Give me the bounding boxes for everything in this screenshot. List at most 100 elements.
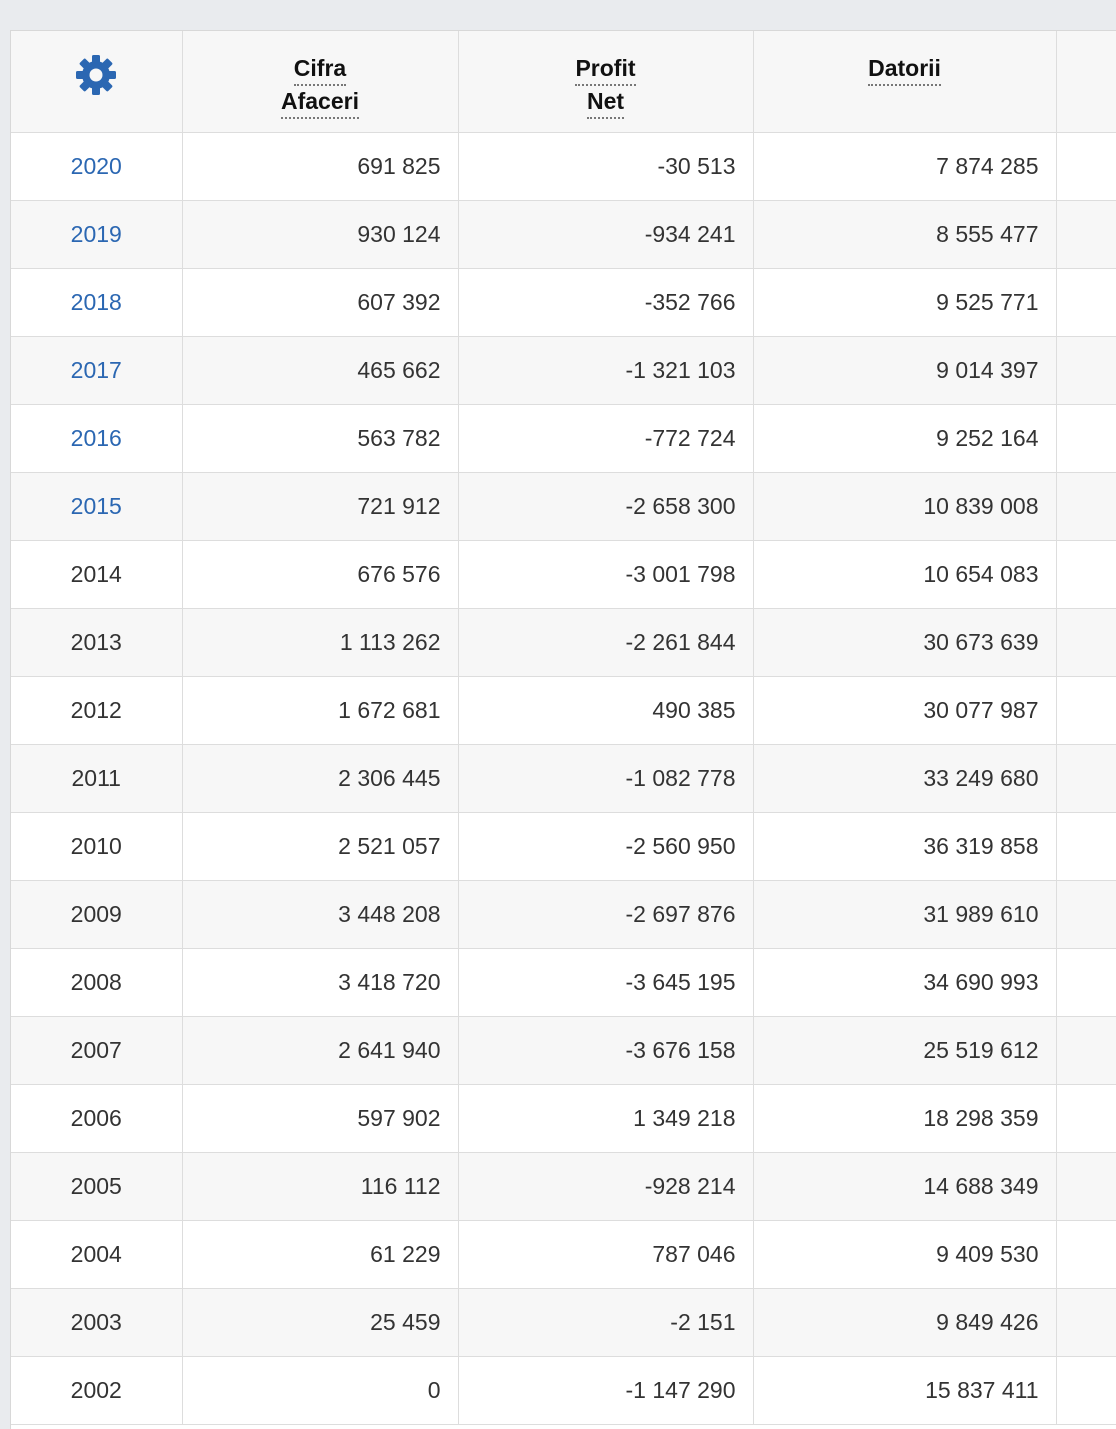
datorii-cell: 33 249 680: [753, 744, 1057, 813]
cifra-afaceri-cell: 676 576: [182, 540, 459, 609]
table-row: 2010 2 521 057 -2 560 950 36 319 858: [11, 812, 1116, 881]
next-column-cell: [1056, 1016, 1116, 1085]
year-cell: 2006: [11, 1084, 183, 1153]
cifra-afaceri-cell: 597 902: [182, 1084, 459, 1153]
profit-net-cell: -30 513: [458, 132, 754, 201]
table-row: 2013 1 113 262 -2 261 844 30 673 639: [11, 608, 1116, 677]
year-cell: 2005: [11, 1152, 183, 1221]
cifra-afaceri-cell: 0: [182, 1356, 459, 1425]
table-row: 2006 597 902 1 349 218 18 298 359: [11, 1084, 1116, 1153]
datorii-cell: 9 849 426: [753, 1288, 1057, 1357]
year-label: 2009: [70, 901, 122, 927]
table-row: 2002 0 -1 147 290 15 837 411: [11, 1356, 1116, 1425]
datorii-cell: 18 298 359: [753, 1084, 1057, 1153]
profit-net-cell: -2 261 844: [458, 608, 754, 677]
header-datorii[interactable]: Datorii: [753, 31, 1057, 133]
profit-net-cell: -1 321 103: [458, 336, 754, 405]
year-cell: 2010: [11, 812, 183, 881]
profit-net-cell: -2 560 950: [458, 812, 754, 881]
year-cell: 2003: [11, 1288, 183, 1357]
header-next-column: [1056, 31, 1116, 133]
year-label: 2003: [70, 1309, 122, 1335]
cifra-afaceri-cell: 2 641 940: [182, 1016, 459, 1085]
year-link[interactable]: 2016: [71, 425, 122, 451]
datorii-cell: 7 874 285: [753, 132, 1057, 201]
profit-net-cell: -3 001 798: [458, 540, 754, 609]
next-column-cell: [1056, 812, 1116, 881]
next-column-cell: [1056, 472, 1116, 541]
year-label: 2012: [70, 697, 122, 723]
cifra-afaceri-cell: 116 112: [182, 1152, 459, 1221]
cifra-afaceri-cell: 1 672 681: [182, 676, 459, 745]
profit-net-line-1: Profit: [575, 53, 636, 86]
table-row: 2014 676 576 -3 001 798 10 654 083: [11, 540, 1116, 609]
table-row: 2017 465 662 -1 321 103 9 014 397: [11, 336, 1116, 405]
year-link[interactable]: 2017: [71, 357, 122, 383]
next-column-cell: [1056, 268, 1116, 337]
header-row: Cifra Afaceri Profit Net Datorii: [11, 31, 1116, 133]
table-row: 2012 1 672 681 490 385 30 077 987: [11, 676, 1116, 745]
table-row: 2003 25 459 -2 151 9 849 426: [11, 1288, 1116, 1357]
cifra-afaceri-cell: 2 306 445: [182, 744, 459, 813]
year-cell[interactable]: 2017: [11, 336, 183, 405]
profit-net-cell: -2 697 876: [458, 880, 754, 949]
table-header: Cifra Afaceri Profit Net Datorii: [11, 31, 1116, 133]
table-row: 2008 3 418 720 -3 645 195 34 690 993: [11, 948, 1116, 1017]
year-label: 2011: [71, 765, 121, 791]
table-row: 2020 691 825 -30 513 7 874 285: [11, 132, 1116, 201]
table-body: 2020 691 825 -30 513 7 874 285 2019 930 124 -9…: [11, 132, 1116, 1425]
table-row: 2011 2 306 445 -1 082 778 33 249 680: [11, 744, 1116, 813]
datorii-cell: 14 688 349: [753, 1152, 1057, 1221]
next-column-cell: [1056, 948, 1116, 1017]
next-column-cell: [1056, 608, 1116, 677]
cifra-afaceri-cell: 607 392: [182, 268, 459, 337]
year-link[interactable]: 2015: [71, 493, 122, 519]
cifra-afaceri-cell: 930 124: [182, 200, 459, 269]
table-row: 2016 563 782 -772 724 9 252 164: [11, 404, 1116, 473]
cifra-afaceri-line-2: Afaceri: [281, 86, 359, 119]
next-column-cell: [1056, 1288, 1116, 1357]
year-link[interactable]: 2020: [71, 153, 122, 179]
table-row: 2015 721 912 -2 658 300 10 839 008: [11, 472, 1116, 541]
year-cell[interactable]: 2018: [11, 268, 183, 337]
profit-net-cell: -928 214: [458, 1152, 754, 1221]
profit-net-cell: 490 385: [458, 676, 754, 745]
year-link[interactable]: 2019: [71, 221, 122, 247]
financial-table: Cifra Afaceri Profit Net Datorii 2020 69…: [11, 31, 1116, 1425]
year-cell: 2002: [11, 1356, 183, 1425]
year-cell: 2004: [11, 1220, 183, 1289]
year-cell: 2008: [11, 948, 183, 1017]
next-column-cell: [1056, 1220, 1116, 1289]
header-profit-net[interactable]: Profit Net: [458, 31, 754, 133]
year-cell[interactable]: 2015: [11, 472, 183, 541]
next-column-cell: [1056, 200, 1116, 269]
next-column-cell: [1056, 336, 1116, 405]
datorii-cell: 10 839 008: [753, 472, 1057, 541]
year-label: 2005: [70, 1173, 122, 1199]
year-cell[interactable]: 2020: [11, 132, 183, 201]
year-cell[interactable]: 2016: [11, 404, 183, 473]
year-link[interactable]: 2018: [71, 289, 122, 315]
year-label: 2014: [70, 561, 122, 587]
cifra-afaceri-cell: 691 825: [182, 132, 459, 201]
datorii-cell: 9 525 771: [753, 268, 1057, 337]
profit-net-cell: -352 766: [458, 268, 754, 337]
profit-net-cell: -2 151: [458, 1288, 754, 1357]
header-cifra-afaceri[interactable]: Cifra Afaceri: [182, 31, 459, 133]
cifra-afaceri-cell: 721 912: [182, 472, 459, 541]
year-label: 2007: [70, 1037, 122, 1063]
next-column-cell: [1056, 404, 1116, 473]
year-cell: 2012: [11, 676, 183, 745]
next-column-cell: [1056, 540, 1116, 609]
next-column-cell: [1056, 1152, 1116, 1221]
profit-net-cell: -1 082 778: [458, 744, 754, 813]
profit-net-cell: 1 349 218: [458, 1084, 754, 1153]
next-column-cell: [1056, 1084, 1116, 1153]
table-row: 2007 2 641 940 -3 676 158 25 519 612: [11, 1016, 1116, 1085]
datorii-cell: 36 319 858: [753, 812, 1057, 881]
gear-icon[interactable]: [74, 53, 118, 103]
cifra-afaceri-line-1: Cifra: [293, 53, 347, 86]
year-label: 2010: [70, 833, 122, 859]
datorii-cell: 31 989 610: [753, 880, 1057, 949]
year-cell[interactable]: 2019: [11, 200, 183, 269]
